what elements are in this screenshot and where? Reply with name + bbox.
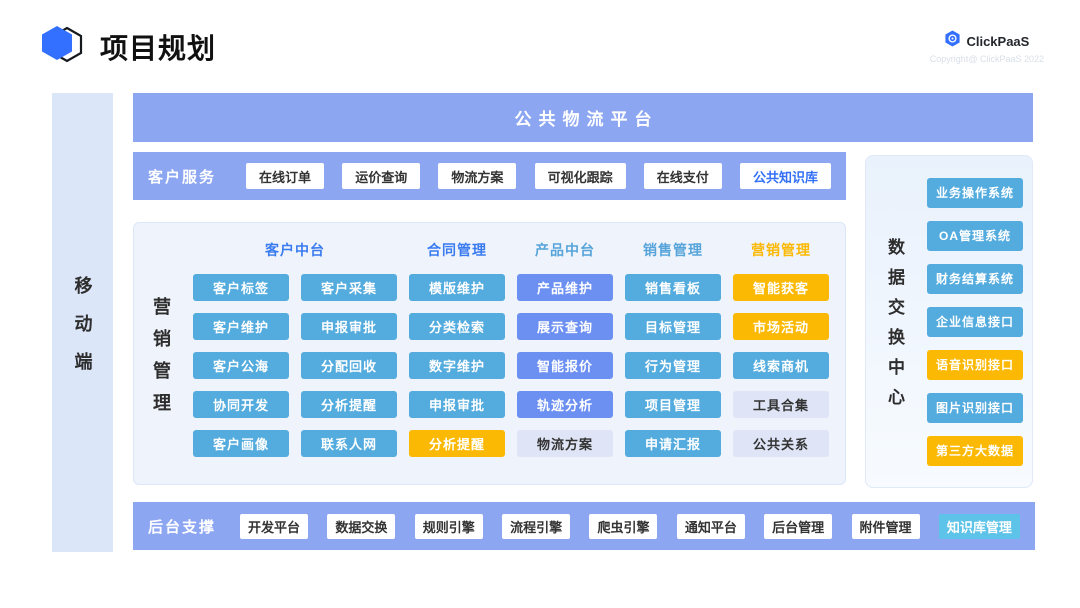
- module-cell[interactable]: 公共关系: [733, 430, 829, 457]
- hexagon-logo-icon: [36, 20, 86, 70]
- service-button-logistics-plan[interactable]: 物流方案: [438, 163, 516, 189]
- module-cell[interactable]: 市场活动: [733, 313, 829, 340]
- system-button-thirdparty-bigdata[interactable]: 第三方大数据: [927, 436, 1023, 466]
- module-column: 客户标签 客户维护 客户公海 协同开发 客户画像: [193, 274, 289, 457]
- module-cell[interactable]: 客户维护: [193, 313, 289, 340]
- module-cell[interactable]: 目标管理: [625, 313, 721, 340]
- module-cell[interactable]: 数字维护: [409, 352, 505, 379]
- column-header: 产品中台: [517, 239, 613, 274]
- marketing-management-panel: 营销管理 客户中台 客户标签 客户维护 客户公海 协同开发 客户画像 客户采集 …: [133, 222, 846, 485]
- module-column: 模版维护 分类检索 数字维护 申报审批 分析提醒: [409, 274, 505, 457]
- module-cell[interactable]: 展示查询: [517, 313, 613, 340]
- module-cell[interactable]: 客户画像: [193, 430, 289, 457]
- module-column: 产品维护 展示查询 智能报价 轨迹分析 物流方案: [517, 274, 613, 457]
- clickpaas-logo-icon: [944, 30, 961, 52]
- backend-button-crawler-engine[interactable]: 爬虫引擎: [589, 514, 657, 539]
- service-button-visual-tracking[interactable]: 可视化跟踪: [535, 163, 626, 189]
- brand-block: ClickPaaS Copyright@ ClickPaaS 2022: [930, 30, 1044, 64]
- column-header: 客户中台: [193, 239, 397, 274]
- module-column: 智能获客 市场活动 线索商机 工具合集 公共关系: [733, 274, 829, 457]
- module-cell[interactable]: 工具合集: [733, 391, 829, 418]
- service-button-online-order[interactable]: 在线订单: [246, 163, 324, 189]
- system-button-speech-recognition-api[interactable]: 语音识别接口: [927, 350, 1023, 380]
- module-column: 销售看板 目标管理 行为管理 项目管理 申请汇报: [625, 274, 721, 457]
- group-product-middle-platform: 产品中台 产品维护 展示查询 智能报价 轨迹分析 物流方案: [517, 239, 613, 457]
- module-cell[interactable]: 项目管理: [625, 391, 721, 418]
- backend-items: 开发平台 数据交换 规则引擎 流程引擎 爬虫引擎 通知平台 后台管理 附件管理 …: [240, 514, 1020, 539]
- backend-support-label: 后台支撑: [148, 516, 216, 537]
- module-cell[interactable]: 客户标签: [193, 274, 289, 301]
- service-button-online-payment[interactable]: 在线支付: [644, 163, 722, 189]
- customer-service-items: 在线订单 运价查询 物流方案 可视化跟踪 在线支付 公共知识库: [246, 163, 831, 189]
- group-contract-management: 合同管理 模版维护 分类检索 数字维护 申报审批 分析提醒: [409, 239, 505, 457]
- system-button-enterprise-info-api[interactable]: 企业信息接口: [927, 307, 1023, 337]
- sidebar-mobile-label: 移动端: [70, 276, 96, 390]
- page-title: 项目规划: [100, 27, 216, 67]
- sidebar-mobile-panel: 移动端: [52, 93, 113, 552]
- marketing-side-label-wrap: 营销管理: [148, 223, 174, 484]
- backend-button-dev-platform[interactable]: 开发平台: [240, 514, 308, 539]
- data-exchange-panel: 数据交换中心 业务操作系统 OA管理系统 财务结算系统 企业信息接口 语音识别接…: [865, 155, 1033, 488]
- module-cell[interactable]: 联系人网: [301, 430, 397, 457]
- module-cell[interactable]: 协同开发: [193, 391, 289, 418]
- backend-button-backend-management[interactable]: 后台管理: [764, 514, 832, 539]
- system-button-financial-settlement[interactable]: 财务结算系统: [927, 264, 1023, 294]
- module-cell[interactable]: 客户采集: [301, 274, 397, 301]
- module-cell[interactable]: 分析提醒: [409, 430, 505, 457]
- marketing-side-label: 营销管理: [148, 297, 174, 425]
- backend-button-process-engine[interactable]: 流程引擎: [502, 514, 570, 539]
- column-header: 合同管理: [409, 239, 505, 274]
- column-header: 营销管理: [733, 239, 829, 274]
- module-cell[interactable]: 销售看板: [625, 274, 721, 301]
- customer-service-label: 客户服务: [148, 166, 216, 187]
- module-cell[interactable]: 模版维护: [409, 274, 505, 301]
- module-cell[interactable]: 行为管理: [625, 352, 721, 379]
- data-exchange-label: 数据交换中心: [882, 238, 907, 418]
- backend-button-notification-platform[interactable]: 通知平台: [677, 514, 745, 539]
- module-cell[interactable]: 智能报价: [517, 352, 613, 379]
- module-cell[interactable]: 智能获客: [733, 274, 829, 301]
- backend-button-knowledge-base-management[interactable]: 知识库管理: [939, 514, 1020, 539]
- module-column: 客户采集 申报审批 分配回收 分析提醒 联系人网: [301, 274, 397, 457]
- page: 项目规划 ClickPaaS Copyright@ ClickPaaS 2022…: [0, 0, 1080, 608]
- system-button-image-recognition-api[interactable]: 图片识别接口: [927, 393, 1023, 423]
- module-cell[interactable]: 分析提醒: [301, 391, 397, 418]
- backend-support-row: 后台支撑 开发平台 数据交换 规则引擎 流程引擎 爬虫引擎 通知平台 后台管理 …: [133, 502, 1035, 550]
- module-cell[interactable]: 申请汇报: [625, 430, 721, 457]
- module-cell[interactable]: 申报审批: [301, 313, 397, 340]
- system-button-business-operation[interactable]: 业务操作系统: [927, 178, 1023, 208]
- module-cell[interactable]: 轨迹分析: [517, 391, 613, 418]
- module-cell[interactable]: 申报审批: [409, 391, 505, 418]
- column-header: 销售管理: [625, 239, 721, 274]
- module-cell[interactable]: 物流方案: [517, 430, 613, 457]
- brand-name: ClickPaaS: [966, 34, 1029, 49]
- module-cell[interactable]: 产品维护: [517, 274, 613, 301]
- group-sales-management: 销售管理 销售看板 目标管理 行为管理 项目管理 申请汇报: [625, 239, 721, 457]
- customer-service-row: 客户服务 在线订单 运价查询 物流方案 可视化跟踪 在线支付 公共知识库: [133, 152, 846, 200]
- group-customer-middle-platform: 客户中台 客户标签 客户维护 客户公海 协同开发 客户画像 客户采集 申报审批 …: [193, 239, 397, 457]
- group-marketing-management: 营销管理 智能获客 市场活动 线索商机 工具合集 公共关系: [733, 239, 829, 457]
- module-cell[interactable]: 分类检索: [409, 313, 505, 340]
- module-grid: 客户中台 客户标签 客户维护 客户公海 协同开发 客户画像 客户采集 申报审批 …: [193, 239, 829, 457]
- service-button-freight-query[interactable]: 运价查询: [342, 163, 420, 189]
- backend-button-rule-engine[interactable]: 规则引擎: [415, 514, 483, 539]
- module-cell[interactable]: 分配回收: [301, 352, 397, 379]
- module-cell[interactable]: 线索商机: [733, 352, 829, 379]
- banner-logistics-platform: 公共物流平台: [133, 93, 1033, 142]
- data-exchange-items: 业务操作系统 OA管理系统 财务结算系统 企业信息接口 语音识别接口 图片识别接…: [927, 178, 1023, 466]
- backend-button-data-exchange[interactable]: 数据交换: [327, 514, 395, 539]
- module-cell[interactable]: 客户公海: [193, 352, 289, 379]
- service-button-public-knowledge-base[interactable]: 公共知识库: [740, 163, 831, 189]
- system-button-oa-management[interactable]: OA管理系统: [927, 221, 1023, 251]
- copyright-text: Copyright@ ClickPaaS 2022: [930, 54, 1044, 64]
- backend-button-attachment-management[interactable]: 附件管理: [852, 514, 920, 539]
